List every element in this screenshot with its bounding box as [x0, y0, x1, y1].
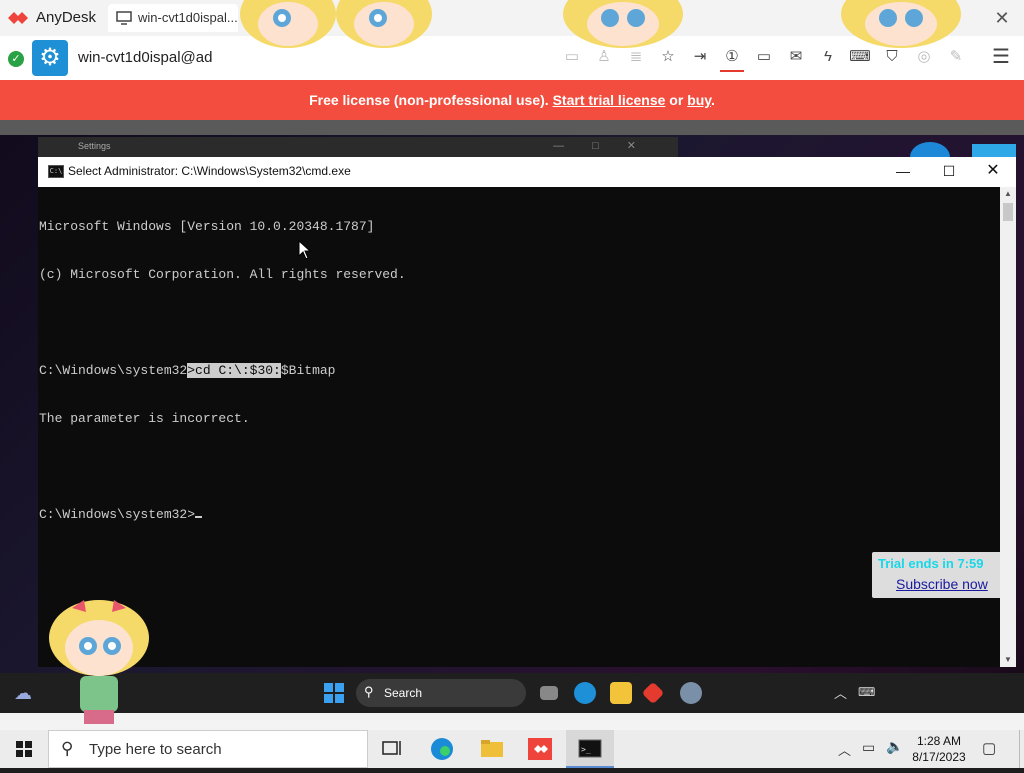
license-text: Free license (non-professional use). — [309, 92, 549, 108]
cmd-taskbar-button[interactable]: >_ — [566, 730, 614, 768]
sticker-character-icon — [49, 600, 149, 724]
remote-address: win-cvt1d0ispal@ad — [78, 49, 213, 66]
selected-text[interactable]: >cd C:\:$30: — [187, 363, 281, 378]
chevron-up-icon[interactable]: ︿ — [834, 683, 847, 702]
remote-search-box[interactable]: ⚲ Search — [356, 679, 526, 707]
cmd-titlebar[interactable]: C:\ Select Administrator: C:\Windows\Sys… — [38, 157, 1016, 187]
edge-icon — [431, 738, 453, 760]
cmd-close-button[interactable]: ✕ — [980, 159, 1006, 183]
hamburger-icon[interactable]: ☰ — [990, 46, 1012, 68]
subscribe-link[interactable]: Subscribe now — [896, 576, 988, 592]
session-tab-label: win-cvt1d0ispal... — [138, 10, 238, 25]
start-button[interactable] — [0, 730, 48, 768]
monitor-1-icon[interactable]: ① — [720, 44, 744, 72]
settings-gear-icon[interactable] — [680, 682, 702, 704]
task-view-button[interactable] — [368, 730, 416, 768]
clock-date: 8/17/2023 — [912, 750, 966, 764]
anydesk-app-name: AnyDesk — [36, 9, 97, 26]
prompt-text: C:\Windows\system32> — [39, 507, 196, 522]
cmd-icon: >_ — [578, 739, 602, 758]
file-explorer-icon[interactable] — [610, 682, 632, 704]
minimize-button[interactable]: — — [890, 159, 916, 183]
task-view-icon[interactable] — [540, 686, 558, 700]
task-view-icon — [382, 741, 401, 755]
remote-top-strip — [0, 120, 1024, 135]
settings-window-title: Settings — [78, 141, 111, 151]
sticker-character-icon — [841, 0, 961, 48]
screen-icon[interactable]: ▭ — [752, 44, 776, 70]
remote-desk-icon[interactable]: ⚙ — [32, 40, 68, 76]
notification-icon[interactable]: ▢ — [982, 739, 996, 757]
chat-icon[interactable]: ✉ — [784, 44, 808, 70]
settings-window-controls: —□✕ — [553, 140, 664, 152]
sticker-character-icon — [240, 0, 432, 48]
search-icon: ⚲ — [61, 739, 74, 758]
buy-link[interactable]: buy — [687, 92, 711, 108]
close-window-button[interactable]: ✕ — [990, 6, 1014, 30]
sticker-character-icon — [563, 0, 683, 48]
local-taskbar: ⚲ Type here to search >_ ︿ ▭ 🔈 1:28 AM 8 — [0, 730, 1024, 768]
windows-start-icon[interactable] — [324, 683, 344, 703]
anydesk-taskbar-icon[interactable] — [641, 681, 665, 705]
file-explorer-button[interactable] — [468, 730, 516, 768]
cmd-window[interactable]: C:\ Select Administrator: C:\Windows\Sys… — [38, 157, 1016, 667]
keyboard-icon[interactable]: ⌨ — [858, 685, 875, 699]
anydesk-icon — [528, 738, 552, 760]
banner-period: . — [711, 92, 715, 108]
prompt-text: C:\Windows\system32 — [39, 363, 188, 378]
cmd-app-icon: C:\ — [48, 165, 64, 178]
search-icon: ⚲ — [364, 684, 374, 699]
console-prompt-line[interactable]: C:\Windows\system32> — [39, 507, 997, 523]
mouse-pointer-icon — [298, 240, 312, 260]
settings-window[interactable]: Settings —□✕ — [38, 137, 678, 159]
clock[interactable]: 1:28 AM 8/17/2023 — [908, 733, 970, 765]
text-cursor — [195, 516, 203, 518]
start-trial-link[interactable]: Start trial license — [553, 92, 666, 108]
remote-search-label: Search — [384, 686, 423, 700]
console-line: The parameter is incorrect. — [39, 411, 250, 426]
cmd-title: Select Administrator: C:\Windows\System3… — [68, 164, 351, 178]
show-desktop-button[interactable] — [1019, 730, 1024, 768]
session-tab[interactable]: win-cvt1d0ispal... — [108, 4, 238, 32]
maximize-button[interactable]: ☐ — [936, 159, 962, 183]
trial-countdown: Trial ends in 7:59 — [878, 556, 984, 571]
folder-icon — [481, 740, 503, 757]
scroll-thumb[interactable] — [1003, 203, 1013, 221]
search-placeholder: Type here to search — [89, 741, 222, 758]
svg-text:>_: >_ — [581, 745, 591, 754]
license-banner: Free license (non-professional use). Sta… — [0, 80, 1024, 120]
anydesk-taskbar-button[interactable] — [516, 730, 564, 768]
command-text: $Bitmap — [280, 363, 336, 378]
network-icon[interactable]: ▭ — [862, 739, 875, 756]
weather-icon[interactable]: ☁ — [14, 683, 32, 704]
trial-promo: Trial ends in 7:59 Subscribe now — [872, 552, 1014, 598]
lightning-icon[interactable]: ϟ — [816, 44, 840, 70]
scroll-up-arrow-icon[interactable]: ▲ — [1000, 187, 1016, 201]
console-line: (c) Microsoft Corporation. All rights re… — [39, 267, 406, 282]
console-line: Microsoft Windows [Version 10.0.20348.17… — [39, 219, 375, 234]
edge-taskbar-button[interactable] — [418, 730, 466, 768]
windows-logo-icon — [16, 741, 32, 757]
file-transfer-icon[interactable]: ⇥ — [688, 44, 712, 70]
banner-or-text: or — [669, 92, 684, 108]
edge-icon[interactable] — [574, 682, 596, 704]
cmd-console[interactable]: Microsoft Windows [Version 10.0.20348.17… — [39, 187, 997, 667]
console-command-line: C:\Windows\system32>cd C:\:$30:$Bitmap — [39, 363, 997, 379]
monitor-icon — [116, 11, 132, 25]
taskbar-search[interactable]: ⚲ Type here to search — [48, 730, 368, 768]
chevron-up-icon[interactable]: ︿ — [838, 740, 851, 759]
volume-icon[interactable]: 🔈 — [886, 738, 903, 755]
connection-status-icon: ✓ — [8, 51, 24, 67]
clock-time: 1:28 AM — [916, 734, 962, 748]
scroll-down-arrow-icon[interactable]: ▼ — [1000, 653, 1016, 667]
anydesk-logo-icon — [8, 12, 28, 24]
